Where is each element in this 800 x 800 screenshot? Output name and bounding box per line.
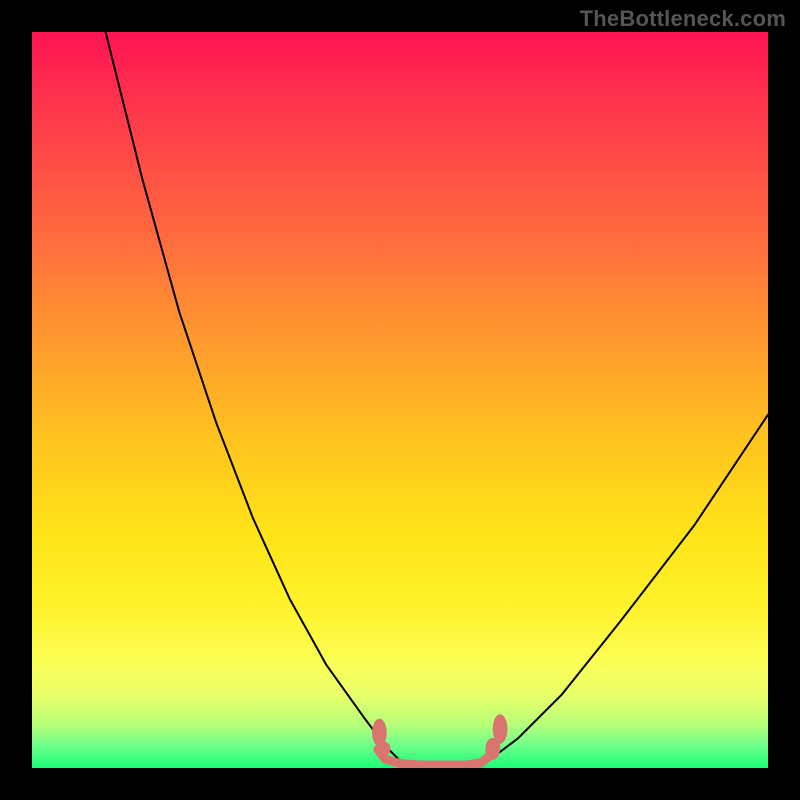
series-left-curve <box>106 32 400 761</box>
chart-frame: TheBottleneck.com <box>0 0 800 800</box>
plot-area <box>32 32 768 768</box>
watermark-text: TheBottleneck.com <box>580 6 786 32</box>
marker-right-dot-2 <box>493 714 508 743</box>
plot-overlay <box>32 32 768 768</box>
marker-left-dot-2 <box>377 742 390 757</box>
series-right-curve <box>488 415 768 761</box>
